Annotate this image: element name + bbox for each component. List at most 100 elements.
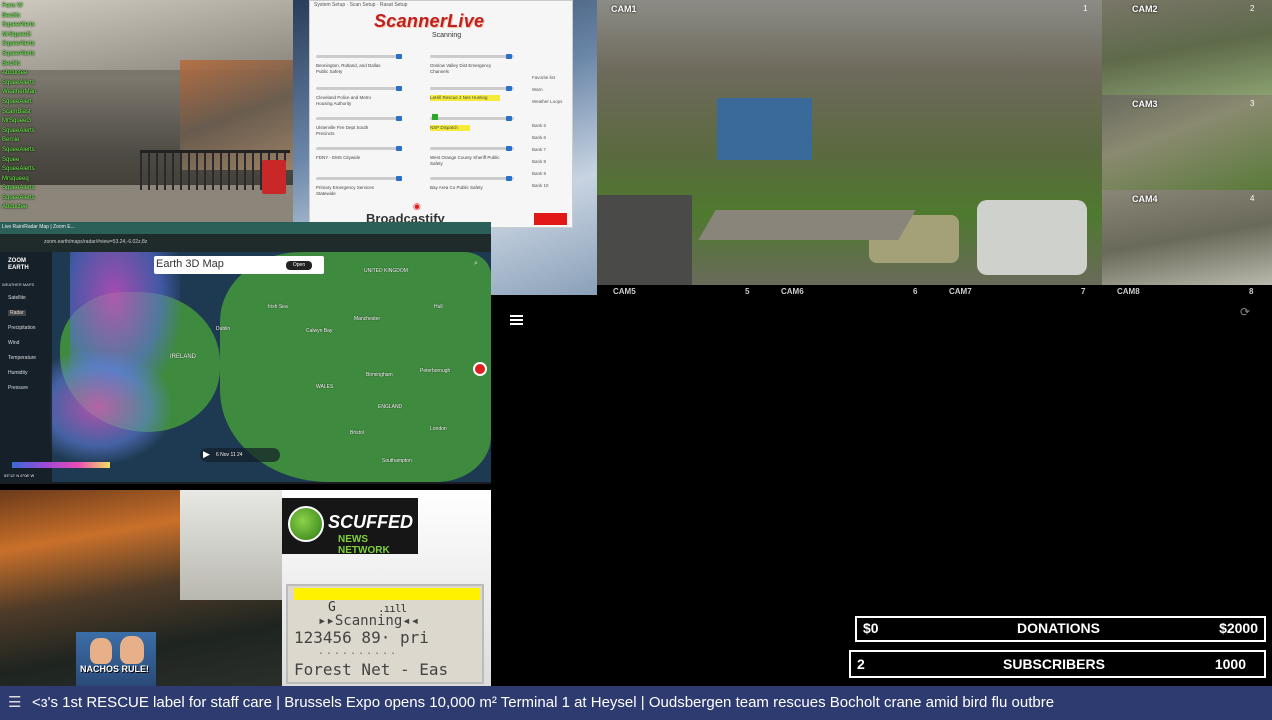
feed-right-1[interactable]: Onslow Valley Dist Emergency Channels [430, 63, 500, 75]
feed-slider[interactable] [430, 177, 514, 180]
layer-precipitation[interactable]: Precipitation [8, 325, 36, 331]
chat-message: SqueeAlerts [2, 166, 35, 173]
radio-option[interactable]: Bank 10 [532, 183, 549, 188]
scanner-lcd-display: G .ııll ▸▸Scanning◂◂ 123456 89· pri ....… [286, 584, 484, 684]
chat-message: SqueeAlerts [2, 41, 35, 48]
radio-option[interactable]: Bank 8 [532, 159, 546, 164]
feed-right-5[interactable]: Bay Area Co Public Safety [430, 185, 500, 191]
slider-knob[interactable] [396, 86, 402, 91]
slider-knob[interactable] [506, 176, 512, 181]
zoom-earth-brand[interactable]: ZOOM EARTH [8, 258, 38, 272]
lcd-net-name: Forest Net - Eas [294, 660, 449, 679]
cam2-feed[interactable]: CAM2 2 [1102, 0, 1272, 95]
radio-option[interactable]: Bank 9 [532, 171, 546, 176]
chat-message: WeatherMan [2, 89, 37, 96]
feed-slider[interactable] [430, 117, 514, 120]
map-label: Hull [434, 304, 443, 310]
cam3-label: CAM3 [1132, 99, 1158, 109]
chat-message: Bernie [2, 137, 20, 144]
feed-left-2[interactable]: Cleveland Police and Metro Housing Autho… [316, 95, 386, 107]
browser-tab-radar[interactable]: Live Rain/Radar Map | Zoom E... [2, 224, 75, 230]
slider-knob[interactable] [396, 176, 402, 181]
address-url[interactable]: zoom.earth/maps/radar/#view=53.24,-6.02z… [44, 239, 147, 245]
radio-option[interactable]: Bank 5 [532, 123, 546, 128]
timeline-time: 6 Nov 11 24 [216, 452, 243, 458]
refresh-icon[interactable]: ⟳ [1240, 305, 1250, 319]
menu-icon[interactable] [510, 313, 526, 327]
feed-left-1[interactable]: Bennington, Rutland, and Dallas Public S… [316, 63, 386, 75]
feed-slider[interactable] [316, 87, 400, 90]
cam1-feed[interactable]: CAM1 1 [597, 0, 1102, 285]
subscribers-target: 1000 [1214, 656, 1246, 672]
search-icon[interactable]: ⌕ [474, 260, 478, 268]
play-icon[interactable]: ▶ [203, 449, 210, 460]
feed-slider[interactable] [316, 117, 400, 120]
slider-knob[interactable] [506, 116, 512, 121]
cam5-label: CAM5 [613, 287, 636, 296]
news-ticker: ☰ <ɜ's 1st RESCUE label for staff care |… [0, 686, 1272, 720]
layer-wind[interactable]: Wind [8, 340, 19, 346]
cam8-number: 8 [1249, 287, 1254, 296]
map-label: London [430, 426, 447, 432]
map-label: ENGLAND [378, 404, 403, 410]
chat-message: SqueeAlerts [2, 185, 35, 192]
slider-knob[interactable] [506, 146, 512, 151]
chat-message: SqueeAlerts [2, 127, 35, 134]
cam4-feed[interactable]: CAM4 4 [1102, 190, 1272, 285]
earth-3d-map-banner[interactable]: Earth 3D Map Open [154, 256, 324, 274]
feed-right-4[interactable]: West Orange County Sheriff Public Safety [430, 155, 500, 167]
cam7-number: 7 [1081, 287, 1086, 296]
feed-left-4[interactable]: FDNY - EMS Citywide [316, 155, 386, 161]
radio-option[interactable]: Weather Loops [532, 99, 562, 104]
layer-pressure[interactable]: Pressure [8, 385, 28, 391]
ticker-menu-icon[interactable]: ☰ [8, 693, 21, 711]
radio-option[interactable]: Favorite list [532, 75, 555, 80]
chat-message: SqueeAlerts [2, 194, 35, 201]
map-label: Manchester [354, 316, 381, 322]
cam6-number: 6 [913, 287, 918, 296]
feed-left-3[interactable]: Ulsterville Fire Dept South Precincts [316, 125, 386, 137]
feed-slider[interactable] [430, 55, 514, 58]
feed-left-5[interactable]: Primary Emergency Services Statewide [316, 185, 386, 197]
cam3-feed[interactable]: CAM3 3 [1102, 95, 1272, 190]
radar-legend-bar [12, 462, 110, 468]
radio-option[interactable]: Bank 7 [532, 147, 546, 152]
donations-goal-bar: $0 DONATIONS $2000 [855, 616, 1266, 642]
scanner-menu[interactable]: System Setup · Scan Setup · Rasat Setup [314, 2, 407, 8]
feed-slider[interactable] [430, 147, 514, 150]
radio-option[interactable]: Bank 6 [532, 135, 546, 140]
feed-right-2[interactable]: LaHill Rescue 2 Nes Hunting [430, 95, 500, 101]
radar-map[interactable]: ZOOM EARTH WEATHER MAPS Satellite Radar … [0, 252, 491, 482]
layer-radar[interactable]: Radar [8, 310, 26, 316]
location-icon[interactable] [473, 362, 487, 376]
chat-message: Fans W [2, 3, 23, 9]
feed-right-3[interactable]: NSP Dispatch [430, 125, 470, 131]
map-coords: 53°12' N 6°08' W [4, 473, 35, 478]
driveway [698, 210, 916, 240]
weather-maps-label: WEATHER MAPS [2, 282, 35, 287]
slider-knob[interactable] [396, 146, 402, 151]
stop-button[interactable] [534, 213, 567, 225]
open-button[interactable]: Open [286, 261, 312, 270]
layer-temperature[interactable]: Temperature [8, 355, 36, 361]
cam4-label: CAM4 [1132, 194, 1158, 204]
slider-knob[interactable] [506, 86, 512, 91]
feed-slider[interactable] [316, 147, 400, 150]
grey-building [597, 195, 692, 285]
layer-humidity[interactable]: Humidity [8, 370, 27, 376]
scannerlive-window: System Setup · Scan Setup · Rasat Setup … [309, 0, 573, 228]
slider-knob[interactable] [506, 54, 512, 59]
feed-slider[interactable] [316, 55, 400, 58]
cam1-label: CAM1 [611, 4, 637, 14]
chat-message: SqueeAlert [2, 98, 32, 105]
layer-satellite[interactable]: Satellite [8, 295, 26, 301]
feed-slider[interactable] [316, 177, 400, 180]
red-bucket [262, 160, 286, 194]
chat-message: BecMc [2, 12, 21, 19]
feed-slider[interactable] [430, 87, 514, 90]
slider-knob[interactable] [396, 116, 402, 121]
chat-message: SqueeAlerts [2, 22, 35, 29]
security-camera-grid: CAM1 1 CAM2 2 CAM3 3 CAM4 4 CAM5 5 CAM6 … [597, 0, 1272, 296]
slider-knob[interactable] [396, 54, 402, 59]
radio-option[interactable]: Warn [532, 87, 543, 92]
